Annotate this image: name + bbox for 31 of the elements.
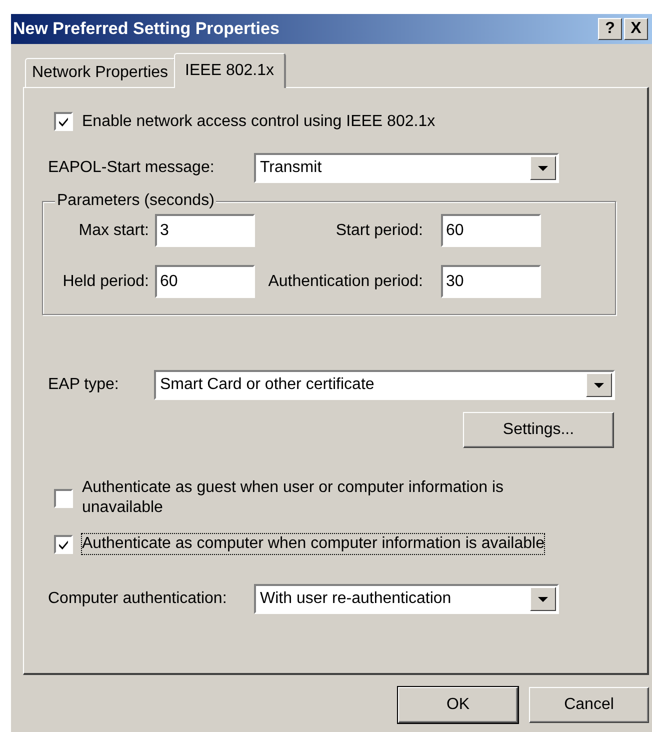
checkbox-label: Enable network access control using IEEE 802.1x <box>82 112 436 130</box>
tab[interactable]: IEEE 802.1x <box>174 53 286 88</box>
input-field[interactable]: 3 <box>155 214 255 247</box>
tab[interactable]: Network Properties <box>25 58 176 87</box>
check-icon <box>58 116 69 127</box>
dropdown[interactable]: Transmit <box>254 153 559 183</box>
dropdown[interactable]: Smart Card or other certificate <box>154 370 615 400</box>
checkbox-label: Authenticate as guest when user or computer information is unavailable <box>82 478 505 518</box>
field-label: Authentication period: <box>267 272 424 290</box>
settings-button[interactable]: Settings... <box>463 412 614 448</box>
ok-button[interactable]: OK <box>398 687 518 723</box>
window-title: New Preferred Setting Properties <box>13 19 280 39</box>
field-label: Computer authentication: <box>48 590 228 608</box>
input-field[interactable]: 60 <box>441 214 541 247</box>
checkbox[interactable] <box>54 488 73 508</box>
cancel-button[interactable]: Cancel <box>529 687 649 723</box>
group-title: Parameters (seconds) <box>55 192 216 210</box>
close-button[interactable]: X <box>624 18 648 40</box>
field-label: EAPOL-Start message: <box>48 159 216 177</box>
dropdown[interactable]: With user re-authentication <box>254 584 559 614</box>
field-label: Held period: <box>62 272 150 290</box>
checkbox-label: Authenticate as computer when computer information is available <box>82 534 544 554</box>
input-field[interactable]: 30 <box>441 265 541 298</box>
input-field[interactable]: 60 <box>155 265 255 298</box>
check-icon <box>58 538 69 550</box>
field-label: Start period: <box>334 222 424 240</box>
field-label: Max start: <box>78 222 150 240</box>
checkbox[interactable] <box>54 112 73 131</box>
help-button[interactable]: ? <box>598 18 622 40</box>
checkbox[interactable] <box>54 534 73 554</box>
field-label: EAP type: <box>48 376 120 394</box>
